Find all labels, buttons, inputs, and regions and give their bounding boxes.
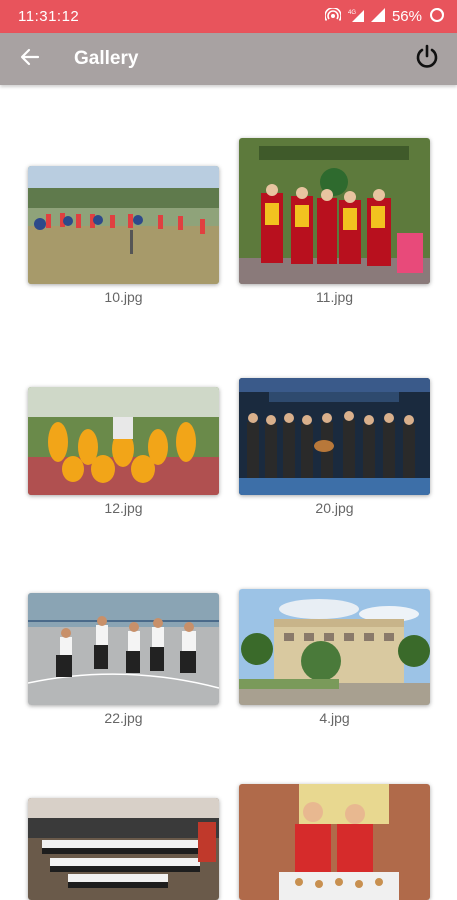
gallery-grid: 10.jpg 11.jpg 12.jpg 20.jpg 22.jpg 4.jpg: [0, 85, 457, 900]
status-bar: 11:31:12 4G 56%: [0, 0, 457, 33]
gallery-item[interactable]: [28, 798, 219, 900]
gallery-thumbnail[interactable]: [28, 166, 219, 284]
gallery-item[interactable]: 22.jpg: [28, 593, 219, 727]
gallery-item[interactable]: 11.jpg: [239, 138, 430, 306]
signal-icon: [370, 7, 385, 26]
status-icons: 4G 56%: [324, 6, 445, 27]
gallery-item[interactable]: 12.jpg: [28, 387, 219, 517]
gallery-thumbnail[interactable]: [239, 589, 430, 705]
status-time: 11:31:12: [18, 8, 80, 25]
gallery-caption: 20.jpg: [315, 500, 354, 516]
gallery-caption: 11.jpg: [315, 289, 354, 305]
gallery-thumbnail[interactable]: [239, 138, 430, 284]
back-button[interactable]: [18, 47, 42, 71]
gallery-caption: 4.jpg: [319, 710, 350, 726]
gallery-thumbnail[interactable]: [28, 387, 219, 495]
gallery-caption: 12.jpg: [104, 500, 143, 516]
gallery-item[interactable]: [239, 784, 430, 900]
gallery-thumbnail[interactable]: [239, 784, 430, 900]
4g-signal-icon: 4G: [348, 8, 364, 26]
gallery-item[interactable]: 20.jpg: [239, 378, 430, 517]
logout-button[interactable]: [413, 44, 441, 75]
arrow-left-icon: [20, 47, 40, 72]
gallery-thumbnail[interactable]: [28, 593, 219, 705]
page-title: Gallery: [74, 48, 139, 69]
gallery-caption: 22.jpg: [104, 710, 143, 726]
gallery-thumbnail[interactable]: [28, 798, 219, 900]
gallery-item[interactable]: 4.jpg: [239, 589, 430, 727]
battery-icon: [429, 7, 445, 27]
svg-text:4G: 4G: [348, 10, 356, 16]
power-icon: [414, 44, 440, 75]
gallery-item[interactable]: 10.jpg: [28, 166, 219, 306]
gallery-thumbnail[interactable]: [239, 378, 430, 495]
hotspot-icon: [324, 6, 342, 26]
gallery-caption: 10.jpg: [104, 289, 143, 305]
battery-percentage: 56%: [391, 8, 422, 25]
app-bar: Gallery: [0, 33, 457, 85]
